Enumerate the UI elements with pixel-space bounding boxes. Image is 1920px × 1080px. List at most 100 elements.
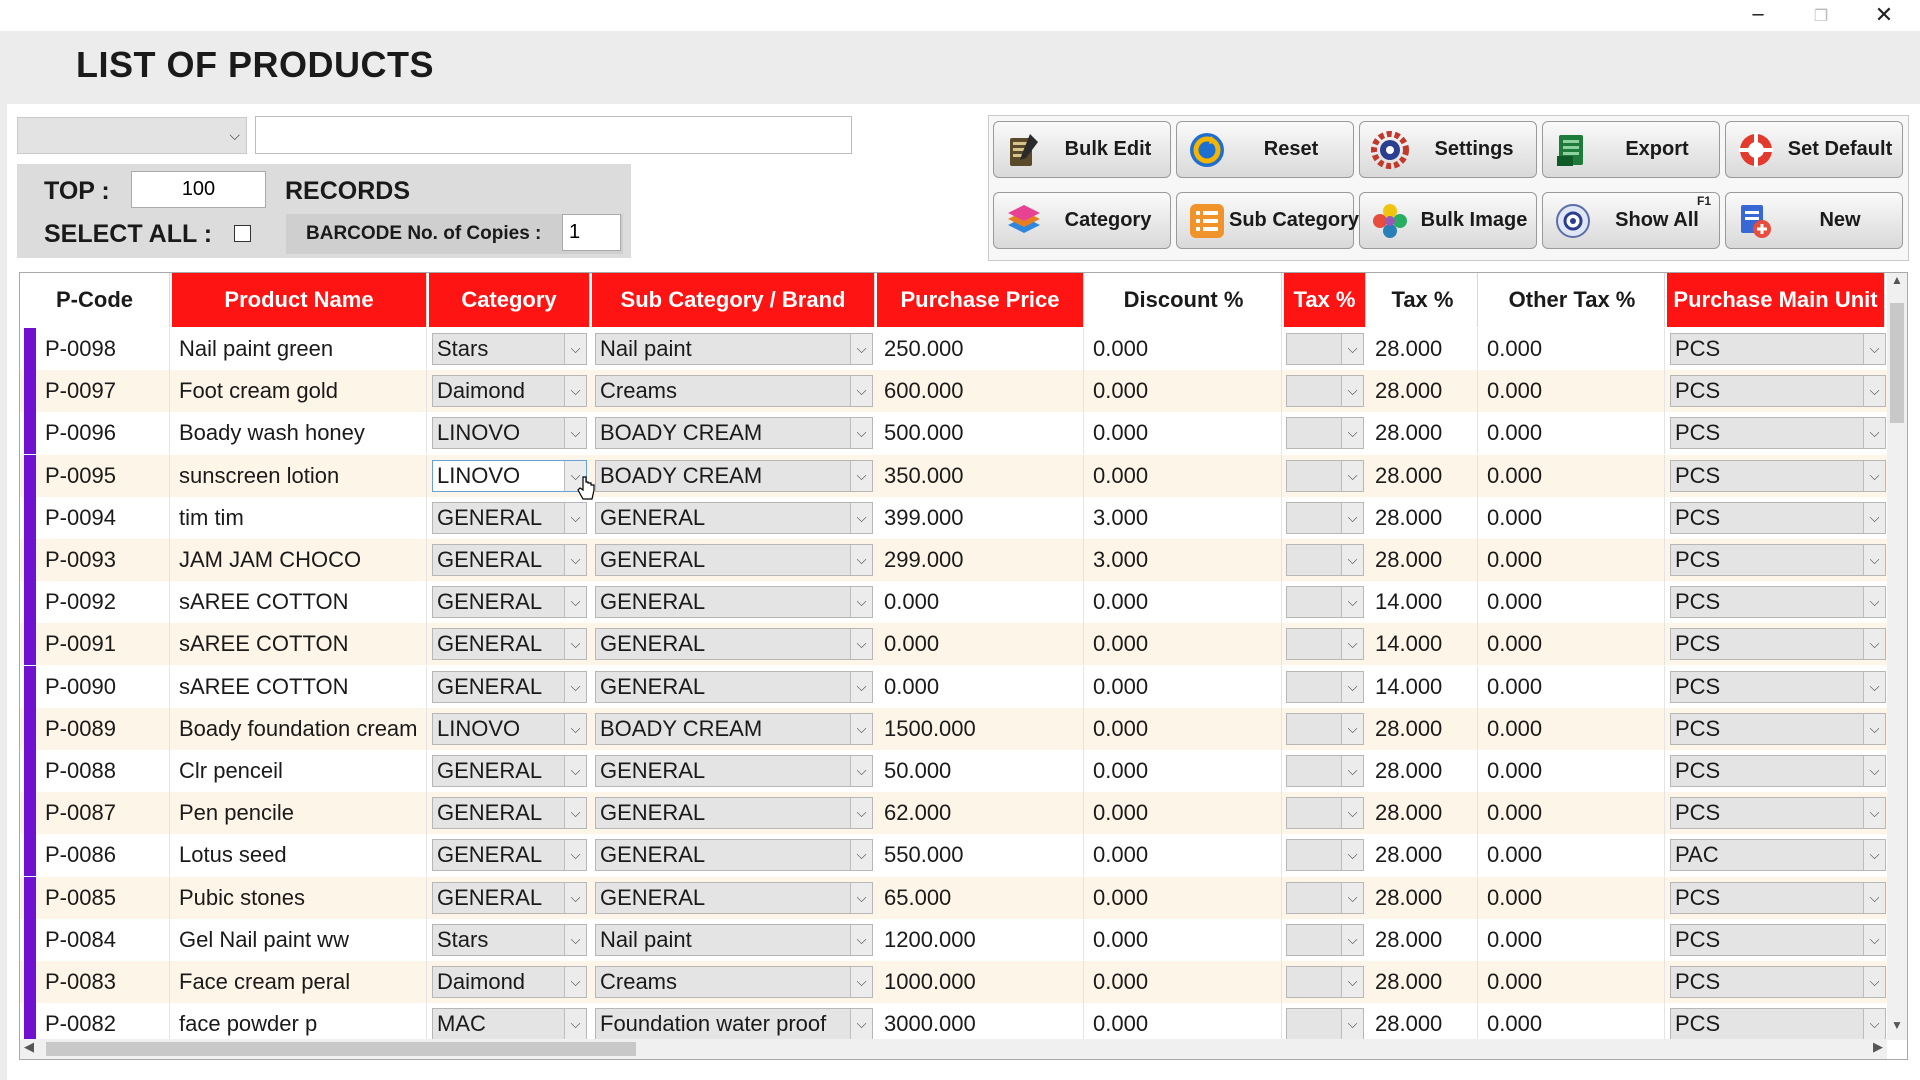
cell-tax[interactable]: 28.000 — [1368, 370, 1478, 413]
cell-tax[interactable]: 14.000 — [1368, 623, 1478, 666]
cell-other-tax[interactable]: 0.000 — [1480, 496, 1665, 539]
cell-p-code[interactable]: P-0089 — [38, 707, 170, 750]
sub-category-dropdown[interactable]: GENERAL ⌵ — [595, 881, 873, 914]
cell-discount[interactable]: 0.000 — [1086, 454, 1282, 497]
cell-p-code[interactable]: P-0094 — [38, 496, 170, 539]
purchase-unit-dropdown[interactable]: PCS ⌵ — [1670, 881, 1886, 914]
purchase-unit-dropdown[interactable]: PCS ⌵ — [1670, 375, 1886, 408]
cell-purchase-price[interactable]: 399.000 — [877, 496, 1084, 539]
table-row[interactable]: P-0092 sAREE COTTON GENERAL ⌵ GENERAL ⌵ 0.000 0… — [20, 581, 1889, 624]
cell-other-tax[interactable]: 0.000 — [1480, 792, 1665, 835]
cell-purchase-price[interactable]: 350.000 — [877, 454, 1084, 497]
vertical-scroll-thumb[interactable] — [1890, 303, 1904, 423]
category-dropdown[interactable]: GENERAL ⌵ — [432, 755, 587, 787]
category-dropdown[interactable]: GENERAL ⌵ — [432, 881, 587, 914]
table-row[interactable]: P-0095 sunscreen lotion LINOVO ⌵ BOADY CREAM… — [20, 454, 1889, 497]
cell-product-name[interactable]: sAREE COTTON — [172, 665, 427, 708]
set-default-button[interactable]: Set Default — [1725, 121, 1903, 178]
export-button[interactable]: Export — [1542, 121, 1720, 178]
cell-purchase-price[interactable]: 1500.000 — [877, 707, 1084, 750]
table-row[interactable]: P-0083 Face cream peral Daimond ⌵ Creams ⌵ 100… — [20, 961, 1889, 1003]
cell-tax[interactable]: 14.000 — [1368, 665, 1478, 708]
top-records-input[interactable]: 100 — [131, 171, 266, 208]
search-field-selector[interactable]: ⌵ — [17, 117, 247, 154]
column-header-tax-select[interactable]: Tax % — [1284, 273, 1366, 327]
table-row[interactable]: P-0087 Pen pencile GENERAL ⌵ GENERAL ⌵ 62.000 0… — [20, 792, 1889, 835]
tax-dropdown[interactable]: ⌵ — [1286, 670, 1364, 703]
cell-tax[interactable]: 28.000 — [1368, 454, 1478, 497]
cell-tax[interactable]: 28.000 — [1368, 961, 1478, 1003]
table-row[interactable]: P-0090 sAREE COTTON GENERAL ⌵ GENERAL ⌵ 0.000 0… — [20, 665, 1889, 708]
cell-purchase-price[interactable]: 1000.000 — [877, 961, 1084, 1003]
cell-purchase-price[interactable]: 600.000 — [877, 370, 1084, 413]
cell-discount[interactable]: 0.000 — [1086, 665, 1282, 708]
category-dropdown[interactable]: Daimond ⌵ — [432, 966, 587, 998]
table-row[interactable]: P-0094 tim tim GENERAL ⌵ GENERAL ⌵ 399.000 3.00… — [20, 496, 1889, 539]
cell-other-tax[interactable]: 0.000 — [1480, 834, 1665, 877]
tax-dropdown[interactable]: ⌵ — [1286, 923, 1364, 956]
cell-p-code[interactable]: P-0097 — [38, 370, 170, 413]
category-dropdown[interactable]: GENERAL ⌵ — [432, 797, 587, 830]
purchase-unit-dropdown[interactable]: PCS ⌵ — [1670, 459, 1886, 492]
column-header-purchase-main-unit[interactable]: Purchase Main Unit — [1667, 273, 1885, 327]
category-dropdown[interactable]: GENERAL ⌵ — [432, 628, 587, 661]
sub-category-dropdown[interactable]: GENERAL ⌵ — [595, 544, 873, 576]
cell-discount[interactable]: 0.000 — [1086, 792, 1282, 835]
cell-discount[interactable]: 0.000 — [1086, 834, 1282, 877]
category-dropdown[interactable]: GENERAL ⌵ — [432, 544, 587, 576]
cell-p-code[interactable]: P-0088 — [38, 750, 170, 792]
close-button[interactable]: ✕ — [1853, 0, 1915, 31]
sub-category-dropdown[interactable]: GENERAL ⌵ — [595, 628, 873, 661]
tax-dropdown[interactable]: ⌵ — [1286, 966, 1364, 998]
row-marker[interactable] — [24, 454, 36, 497]
cell-p-code[interactable]: P-0098 — [38, 328, 170, 370]
tax-dropdown[interactable]: ⌵ — [1286, 797, 1364, 830]
category-dropdown[interactable]: GENERAL ⌵ — [432, 586, 587, 619]
cell-product-name[interactable]: Nail paint green — [172, 328, 427, 370]
show-all-button[interactable]: Show All F1 — [1542, 192, 1720, 249]
search-input[interactable] — [255, 116, 852, 154]
cell-p-code[interactable]: P-0087 — [38, 792, 170, 835]
table-row[interactable]: P-0098 Nail paint green Stars ⌵ Nail paint ⌵ 2… — [20, 328, 1889, 370]
cell-product-name[interactable]: Foot cream gold — [172, 370, 427, 413]
table-row[interactable]: P-0091 sAREE COTTON GENERAL ⌵ GENERAL ⌵ 0.000 0… — [20, 623, 1889, 666]
cell-tax[interactable]: 14.000 — [1368, 581, 1478, 624]
cell-other-tax[interactable]: 0.000 — [1480, 961, 1665, 1003]
cell-p-code[interactable]: P-0096 — [38, 412, 170, 455]
table-row[interactable]: P-0085 Pubic stones GENERAL ⌵ GENERAL ⌵ 65.000… — [20, 876, 1889, 919]
cell-tax[interactable]: 28.000 — [1368, 496, 1478, 539]
cell-product-name[interactable]: Pubic stones — [172, 876, 427, 919]
cell-discount[interactable]: 0.000 — [1086, 623, 1282, 666]
scroll-down-icon[interactable]: ▼ — [1887, 1018, 1907, 1040]
cell-p-code[interactable]: P-0095 — [38, 454, 170, 497]
cell-discount[interactable]: 0.000 — [1086, 370, 1282, 413]
cell-tax[interactable]: 28.000 — [1368, 918, 1478, 961]
tax-dropdown[interactable]: ⌵ — [1286, 544, 1364, 576]
cell-tax[interactable]: 28.000 — [1368, 792, 1478, 835]
purchase-unit-dropdown[interactable]: PCS ⌵ — [1670, 1008, 1886, 1041]
table-row[interactable]: P-0097 Foot cream gold Daimond ⌵ Creams ⌵ 600.… — [20, 370, 1889, 413]
maximize-button[interactable]: ❐ — [1790, 0, 1852, 31]
barcode-copies-input[interactable]: 1 — [562, 214, 621, 251]
tax-dropdown[interactable]: ⌵ — [1286, 1008, 1364, 1041]
purchase-unit-dropdown[interactable]: PCS ⌵ — [1670, 333, 1886, 365]
cell-p-code[interactable]: P-0091 — [38, 623, 170, 666]
vertical-scrollbar[interactable]: ▲ ▼ — [1887, 273, 1907, 1040]
settings-button[interactable]: Settings — [1359, 121, 1537, 178]
cell-product-name[interactable]: sAREE COTTON — [172, 581, 427, 624]
sub-category-dropdown[interactable]: GENERAL ⌵ — [595, 839, 873, 872]
tax-dropdown[interactable]: ⌵ — [1286, 839, 1364, 872]
purchase-unit-dropdown[interactable]: PCS ⌵ — [1670, 417, 1886, 450]
cell-purchase-price[interactable]: 50.000 — [877, 750, 1084, 792]
table-row[interactable]: P-0096 Boady wash honey LINOVO ⌵ BOADY CREAM… — [20, 412, 1889, 455]
table-row[interactable]: P-0089 Boady foundation cream LINOVO ⌵ BOADY… — [20, 707, 1889, 750]
purchase-unit-dropdown[interactable]: PCS ⌵ — [1670, 586, 1886, 619]
purchase-unit-dropdown[interactable]: PCS ⌵ — [1670, 501, 1886, 534]
new-button[interactable]: New — [1725, 192, 1903, 249]
category-dropdown[interactable]: Stars ⌵ — [432, 333, 587, 365]
row-marker[interactable] — [24, 328, 36, 370]
sub-category-dropdown[interactable]: Nail paint ⌵ — [595, 923, 873, 956]
cell-purchase-price[interactable]: 0.000 — [877, 581, 1084, 624]
purchase-unit-dropdown[interactable]: PCS ⌵ — [1670, 755, 1886, 787]
cell-discount[interactable]: 0.000 — [1086, 412, 1282, 455]
